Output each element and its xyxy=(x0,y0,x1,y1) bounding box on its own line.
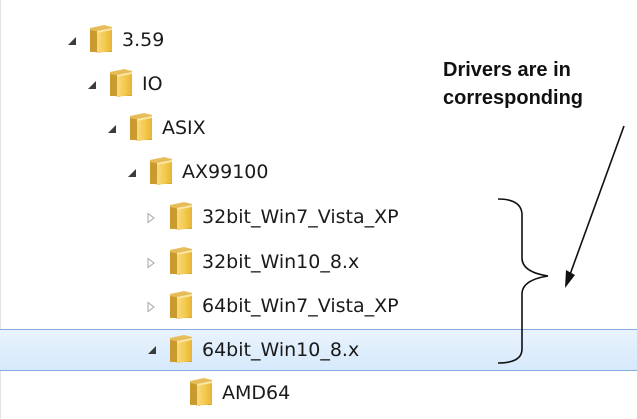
annotation-overlay xyxy=(497,125,625,364)
arrow-head xyxy=(565,270,575,288)
curly-brace xyxy=(497,198,549,364)
arrow-line xyxy=(567,125,625,281)
